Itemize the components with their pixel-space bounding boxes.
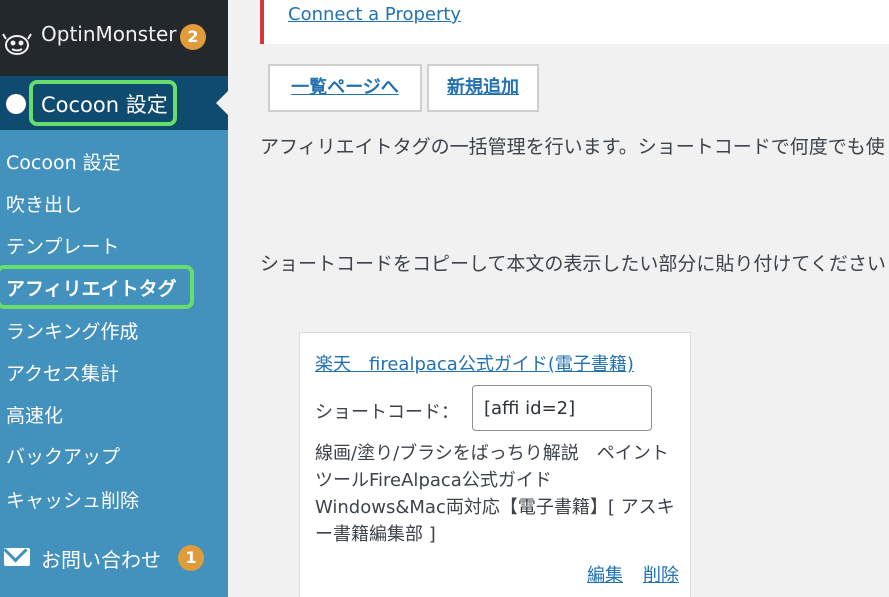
- add-new-button[interactable]: 新規追加: [427, 64, 539, 112]
- menu-optinmonster-label: OptinMonster: [41, 22, 177, 46]
- page-description: アフィリエイトタグの一括管理を行います。ショートコードで何度でも使: [260, 136, 885, 158]
- shortcode-label: ショートコード：: [315, 402, 459, 423]
- submenu-item-ranking[interactable]: ランキング作成: [6, 317, 138, 344]
- menu-cocoon-label[interactable]: Cocoon 設定: [41, 89, 168, 119]
- cocoon-icon: [6, 94, 26, 114]
- connect-property-link[interactable]: Connect a Property: [288, 4, 461, 25]
- active-menu-arrow: [216, 91, 228, 115]
- contact-count-badge: 1: [178, 545, 204, 571]
- optinmonster-icon: [2, 33, 32, 55]
- submenu-item-access-stats[interactable]: アクセス集計: [6, 359, 119, 386]
- submenu-item-cache-delete[interactable]: キャッシュ削除: [6, 486, 139, 513]
- submenu-item-speedup[interactable]: 高速化: [6, 401, 63, 428]
- delete-link[interactable]: 削除: [643, 561, 679, 587]
- menu-contact-label[interactable]: お問い合わせ: [41, 544, 161, 573]
- list-page-button[interactable]: 一覧ページへ: [268, 64, 422, 112]
- edit-link[interactable]: 編集: [587, 561, 623, 587]
- submenu-item-affiliate-tag[interactable]: アフィリエイトタグ: [6, 274, 177, 301]
- affiliate-tag-title-link[interactable]: 楽天 firealpaca公式ガイド(電子書籍): [315, 350, 634, 376]
- envelope-icon: [4, 548, 30, 566]
- submenu-item-cocoon-settings[interactable]: Cocoon 設定: [6, 148, 121, 175]
- submenu-item-template[interactable]: テンプレート: [6, 232, 119, 259]
- submenu-item-speech-balloon[interactable]: 吹き出し: [6, 190, 82, 217]
- shortcode-instructions: ショートコードをコピーして本文の表示したい部分に貼り付けてください: [260, 253, 886, 275]
- affiliate-tag-description: 線画/塗り/ブラシをばっちり解説 ペイントツールFireAlpaca公式ガイド …: [315, 443, 675, 545]
- submenu-item-backup[interactable]: バックアップ: [6, 442, 120, 469]
- shortcode-input[interactable]: [472, 385, 652, 431]
- optinmonster-count-badge: 2: [180, 24, 206, 50]
